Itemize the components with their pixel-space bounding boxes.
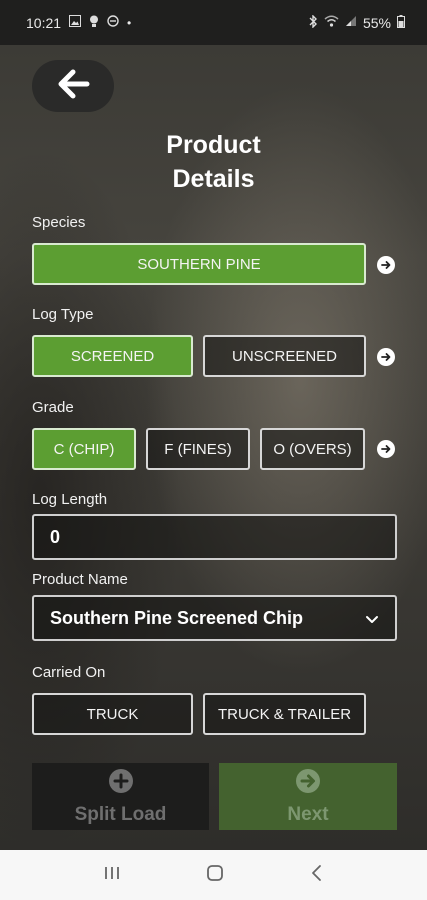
log-type-arrow-icon[interactable]	[377, 348, 395, 366]
carried-on-label: Carried On	[32, 664, 106, 681]
grade-option-overs[interactable]: O (OVERS)	[260, 428, 365, 470]
signal-icon	[345, 15, 357, 30]
species-option-southern-pine[interactable]: SOUTHERN PINE	[32, 243, 366, 285]
product-name-value: Southern Pine Screened Chip	[50, 607, 304, 628]
product-name-select[interactable]: Southern Pine Screened Chip	[32, 595, 397, 641]
arrow-left-icon	[56, 69, 90, 104]
dnd-icon	[107, 15, 119, 30]
recent-apps-icon[interactable]	[103, 865, 121, 886]
battery-percent: 55%	[362, 14, 391, 31]
status-bar: 10:21 • 55%	[0, 0, 427, 45]
next-label: Next	[287, 803, 329, 825]
grade-option-chip[interactable]: C (CHIP)	[32, 428, 136, 470]
arrow-right-circle-icon	[295, 768, 321, 800]
chevron-down-icon	[365, 608, 379, 629]
grade-label: Grade	[32, 399, 74, 416]
status-time: 10:21	[26, 14, 62, 31]
product-name-label: Product Name	[32, 571, 128, 588]
bluetooth-icon	[308, 13, 318, 31]
back-nav-icon[interactable]	[310, 864, 324, 887]
carried-on-option-truck[interactable]: TRUCK	[32, 693, 193, 735]
split-load-button[interactable]: Split Load	[32, 763, 209, 830]
split-load-label: Split Load	[74, 803, 167, 825]
back-button[interactable]	[32, 60, 114, 112]
bulb-icon	[89, 15, 99, 31]
status-dot: •	[127, 15, 132, 30]
battery-icon	[397, 14, 405, 31]
grade-arrow-icon[interactable]	[377, 440, 395, 458]
gallery-icon	[69, 15, 82, 30]
next-button[interactable]: Next	[219, 763, 397, 830]
log-type-option-unscreened[interactable]: UNSCREENED	[203, 335, 366, 377]
log-type-label: Log Type	[32, 306, 94, 323]
system-nav-bar	[0, 850, 427, 900]
log-length-label: Log Length	[32, 491, 108, 508]
wifi-icon	[324, 15, 339, 30]
page-title: Product Details	[166, 131, 261, 193]
species-label: Species	[32, 214, 86, 231]
plus-circle-icon	[108, 768, 134, 800]
species-arrow-icon[interactable]	[377, 256, 395, 274]
home-icon[interactable]	[206, 864, 224, 887]
carried-on-option-truck-trailer[interactable]: TRUCK & TRAILER	[203, 693, 366, 735]
log-length-input[interactable]: 0	[32, 514, 397, 560]
log-type-option-screened[interactable]: SCREENED	[32, 335, 193, 377]
grade-option-fines[interactable]: F (FINES)	[146, 428, 250, 470]
log-length-value: 0	[50, 526, 61, 547]
